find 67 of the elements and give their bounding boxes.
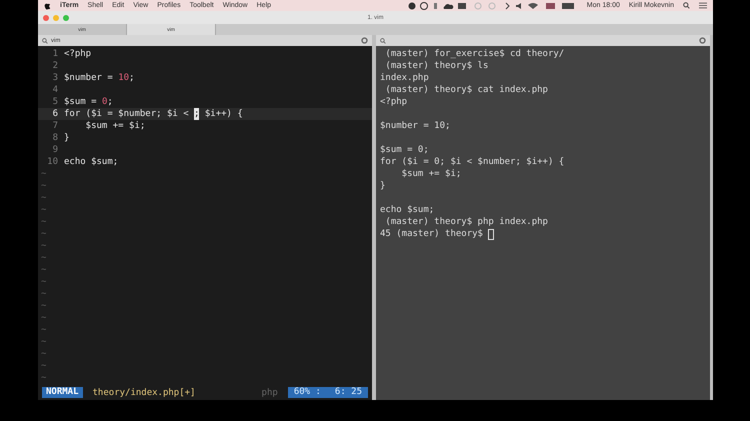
empty-line-marker: ~ bbox=[40, 168, 46, 180]
line-number: 2 bbox=[52, 60, 59, 72]
line-number: 1 bbox=[52, 48, 59, 60]
terminal-line: (master) theory$ php index.php bbox=[384, 216, 548, 228]
empty-line-marker: ~ bbox=[40, 324, 46, 336]
empty-line-marker: ~ bbox=[40, 288, 46, 300]
empty-line-marker: ~ bbox=[40, 228, 46, 240]
empty-line-marker: ~ bbox=[40, 300, 46, 312]
close-button[interactable] bbox=[43, 14, 49, 20]
file-name: theory/index.php[+] bbox=[92, 388, 196, 398]
line-number: 4 bbox=[52, 84, 59, 96]
mode-indicator: NORMAL bbox=[42, 387, 83, 398]
code-text: ; bbox=[107, 96, 113, 108]
code-text: $sum += $i; bbox=[84, 120, 146, 132]
terminal-line: (master) theory$ ls bbox=[384, 60, 488, 72]
terminal-line: index.php bbox=[380, 72, 429, 84]
terminal-line: for ($i = 0; $i < $number; $i++) { bbox=[380, 156, 564, 168]
line-number: 7 bbox=[52, 120, 59, 132]
code-text: $sum = bbox=[64, 96, 98, 108]
code-text: } bbox=[64, 132, 70, 144]
code-text: 0 bbox=[102, 96, 108, 108]
line-number: 10 bbox=[46, 156, 59, 168]
line-number: 6 bbox=[52, 108, 59, 120]
empty-line-marker: ~ bbox=[40, 240, 46, 252]
code-text: 10 bbox=[118, 72, 130, 84]
terminal-line: $number = 10; bbox=[380, 120, 450, 132]
terminal-line: echo $sum; bbox=[380, 204, 434, 216]
list-icon[interactable] bbox=[699, 2, 707, 9]
empty-line-marker: ~ bbox=[40, 204, 46, 216]
line-number: 8 bbox=[52, 132, 59, 144]
terminal-line: } bbox=[380, 180, 386, 192]
empty-line-marker: ~ bbox=[40, 264, 46, 276]
empty-line-marker: ~ bbox=[40, 192, 46, 204]
line-number: 9 bbox=[52, 144, 59, 156]
terminal-line: <?php bbox=[380, 96, 408, 108]
code-text: echo $sum; bbox=[64, 156, 118, 168]
terminal-prompt: 45 (master) theory$ bbox=[380, 228, 484, 240]
empty-line-marker: ~ bbox=[40, 216, 46, 228]
apple-logo-icon[interactable] bbox=[44, 2, 51, 10]
code-text: $number = bbox=[64, 72, 114, 84]
empty-line-marker: ~ bbox=[40, 312, 46, 324]
code-text: $i++) { bbox=[204, 108, 243, 120]
terminal-line: $sum = 0; bbox=[380, 144, 429, 156]
empty-line-marker: ~ bbox=[40, 180, 46, 192]
empty-line-marker: ~ bbox=[40, 348, 46, 360]
settings-icon[interactable] bbox=[699, 37, 706, 44]
code-text: ; bbox=[129, 72, 134, 84]
code-text: for ($i = $number; $i < bbox=[64, 108, 190, 120]
terminal-line: (master) theory$ cat index.php bbox=[384, 84, 548, 96]
search-icon[interactable] bbox=[683, 2, 690, 9]
cursor-position: 60% : 6: 25 bbox=[288, 387, 368, 398]
empty-line-marker: ~ bbox=[40, 372, 46, 384]
file-type: php bbox=[262, 388, 278, 398]
code-text: <?php bbox=[64, 48, 92, 60]
search-icon[interactable] bbox=[380, 38, 386, 44]
search-icon[interactable] bbox=[42, 38, 48, 44]
empty-line-marker: ~ bbox=[40, 252, 46, 264]
line-number: 3 bbox=[52, 72, 59, 84]
empty-line-marker: ~ bbox=[40, 360, 46, 372]
text-cursor: ; bbox=[194, 108, 200, 120]
empty-line-marker: ~ bbox=[40, 336, 46, 348]
terminal-line: $sum += $i; bbox=[400, 168, 462, 180]
empty-line-marker: ~ bbox=[40, 276, 46, 288]
settings-icon[interactable] bbox=[361, 37, 368, 44]
terminal-line: (master) for_exercise$ cd theory/ bbox=[384, 48, 564, 60]
line-number: 5 bbox=[52, 96, 59, 108]
text-cursor bbox=[488, 228, 494, 240]
